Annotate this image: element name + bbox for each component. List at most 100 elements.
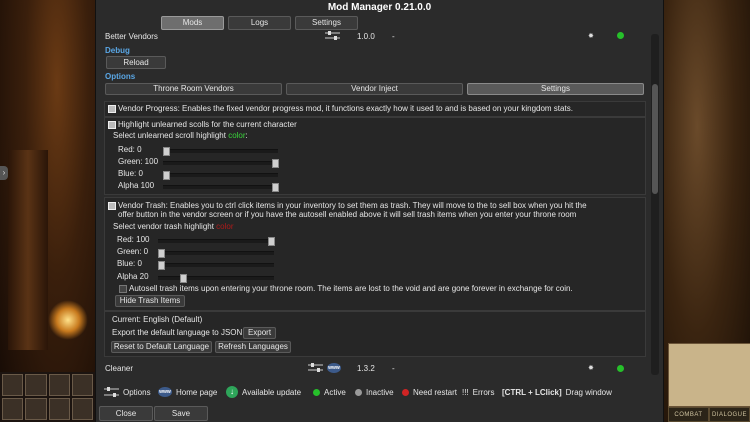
mod-manager-window: Mod Manager 0.21.0.0 Mods Logs Settings … xyxy=(95,0,664,422)
hotbar-slot[interactable] xyxy=(71,398,93,420)
www-icon: www xyxy=(158,387,172,397)
vendor-trash-checkbox[interactable] xyxy=(108,201,116,210)
tab-logs[interactable]: Logs xyxy=(228,16,291,30)
main-tabs: Mods Logs Settings xyxy=(161,16,358,30)
slider-knob[interactable] xyxy=(163,147,170,156)
scroll-blue-slider[interactable] xyxy=(163,171,278,180)
vendor-progress-checkbox[interactable] xyxy=(108,104,116,113)
mod-name: Better Vendors xyxy=(105,31,158,41)
slider-label-red: Red: 100 xyxy=(117,235,150,244)
scroll-alpha-slider[interactable] xyxy=(163,183,279,192)
subtab-vendor-inject[interactable]: Vendor Inject xyxy=(286,83,463,95)
slider-knob[interactable] xyxy=(272,159,279,168)
slider-label-red: Red: 0 xyxy=(118,145,142,154)
mod-gear-icon[interactable]: ✸ xyxy=(588,364,594,372)
slider-knob[interactable] xyxy=(163,171,170,180)
active-dot-icon xyxy=(313,388,320,396)
scroll-red-slider[interactable] xyxy=(163,147,278,156)
reload-button[interactable]: Reload xyxy=(106,56,166,69)
hide-trash-items-button[interactable]: Hide Trash Items xyxy=(115,295,185,307)
scroll-highlight-label: Highlight unlearned scolls for the curre… xyxy=(118,120,297,129)
subtab-throne-room-vendors[interactable]: Throne Room Vendors xyxy=(105,83,282,95)
window-title[interactable]: Mod Manager 0.21.0.0 xyxy=(96,0,663,14)
trash-red-slider[interactable] xyxy=(158,237,275,246)
legend-homepage: www Home page xyxy=(158,387,218,397)
slider-label-alpha: Alpha 20 xyxy=(117,272,149,281)
hotbar-slot[interactable] xyxy=(48,374,70,396)
game-tab-dialogue[interactable]: DIALOGUE xyxy=(709,407,750,422)
status-active-icon xyxy=(617,32,624,39)
slider-knob[interactable] xyxy=(268,237,275,246)
slider-label-blue: Blue: 0 xyxy=(118,169,143,178)
mod-name: Cleaner xyxy=(105,363,134,373)
slider-label-alpha: Alpha 100 xyxy=(118,181,155,190)
scroll-highlight-checkbox[interactable] xyxy=(108,120,116,129)
slider-knob[interactable] xyxy=(180,274,187,283)
legend-footer: Options www Home page ↓ Available update… xyxy=(96,382,663,402)
hotbar-slot[interactable] xyxy=(25,374,47,396)
legend-active: Active xyxy=(313,388,346,397)
hotbar-slot[interactable] xyxy=(48,398,70,420)
trash-green-slider[interactable] xyxy=(158,249,274,258)
mod-extra: - xyxy=(392,31,395,41)
reset-language-button[interactable]: Reset to Default Language xyxy=(111,341,212,353)
trash-alpha-slider[interactable] xyxy=(158,274,274,283)
vendor-trash-box: Vendor Trash: Enables you to ctrl click … xyxy=(104,197,646,311)
download-icon: ↓ xyxy=(226,386,238,398)
mods-list: Better Vendors 1.0.0 - ✸ Debug Reload Op… xyxy=(99,31,649,375)
close-button[interactable]: Close xyxy=(99,406,153,421)
vendor-progress-text: Vendor Progress: Enables the fixed vendo… xyxy=(118,104,573,113)
slider-knob[interactable] xyxy=(272,183,279,192)
trash-color-prompt: Select vendor trash highlight color xyxy=(113,222,234,231)
tab-mods[interactable]: Mods xyxy=(161,16,224,30)
mod-extra: - xyxy=(392,363,395,373)
vendor-progress-box: Vendor Progress: Enables the fixed vendo… xyxy=(104,101,646,117)
inactive-dot-icon xyxy=(355,388,362,396)
scroll-highlight-box: Highlight unlearned scolls for the curre… xyxy=(104,117,646,195)
subtab-settings[interactable]: Settings xyxy=(467,83,644,95)
hotbar-slot[interactable] xyxy=(2,374,24,396)
mod-gear-icon[interactable]: ✸ xyxy=(588,32,594,40)
tab-settings[interactable]: Settings xyxy=(295,16,358,30)
scroll-highlight-option[interactable]: Highlight unlearned scolls for the curre… xyxy=(108,120,297,129)
mod-settings-icon[interactable] xyxy=(308,363,323,372)
mod-version: 1.3.2 xyxy=(357,363,375,373)
homepage-icon[interactable]: www xyxy=(327,363,341,373)
autosell-checkbox[interactable] xyxy=(119,284,127,293)
mod-settings-icon[interactable] xyxy=(325,31,340,40)
autosell-label: Autosell trash items upon entering your … xyxy=(129,284,573,293)
export-prompt: Export the default language to JSON: xyxy=(112,328,245,337)
scroll-green-slider[interactable] xyxy=(163,159,279,168)
game-tab-combat[interactable]: COMBAT xyxy=(668,407,709,422)
scene-pillar xyxy=(8,150,48,350)
vendor-trash-option[interactable]: Vendor Trash: Enables you to ctrl click … xyxy=(108,201,587,210)
mod-version: 1.0.0 xyxy=(357,31,375,41)
slider-knob[interactable] xyxy=(158,249,165,258)
status-active-icon xyxy=(617,365,624,372)
scene-candles xyxy=(48,300,88,340)
color-word: color xyxy=(216,222,234,231)
expand-arrow-icon[interactable]: › xyxy=(0,166,8,180)
mods-scrollbar[interactable] xyxy=(651,34,659,375)
autosell-option[interactable]: Autosell trash items upon entering your … xyxy=(119,284,573,293)
current-language: Current: English (Default) xyxy=(112,315,203,324)
vendor-trash-text-2: offer button in the vendor screen or if … xyxy=(118,210,577,219)
legend-restart: Need restart xyxy=(402,388,457,397)
trash-blue-slider[interactable] xyxy=(158,261,274,270)
mod-row-cleaner[interactable]: Cleaner www 1.3.2 - ✸ xyxy=(99,361,649,375)
language-box: Current: English (Default) Export the de… xyxy=(104,311,646,357)
scrollbar-thumb[interactable] xyxy=(652,84,658,194)
mod-row-better-vendors[interactable]: Better Vendors 1.0.0 - ✸ xyxy=(99,31,649,43)
legend-errors: !!! Errors xyxy=(462,387,495,397)
hotbar-slot[interactable] xyxy=(25,398,47,420)
hotbar-slot[interactable] xyxy=(2,398,24,420)
legend-inactive: Inactive xyxy=(355,388,394,397)
refresh-languages-button[interactable]: Refresh Languages xyxy=(215,341,291,353)
save-button[interactable]: Save xyxy=(154,406,208,421)
vendor-trash-text-1: Vendor Trash: Enables you to ctrl click … xyxy=(118,201,587,210)
export-button[interactable]: Export xyxy=(243,327,276,339)
slider-knob[interactable] xyxy=(158,261,165,270)
hotbar-slot[interactable] xyxy=(71,374,93,396)
options-sliders-icon xyxy=(104,387,119,397)
vendor-progress-option[interactable]: Vendor Progress: Enables the fixed vendo… xyxy=(108,104,573,113)
